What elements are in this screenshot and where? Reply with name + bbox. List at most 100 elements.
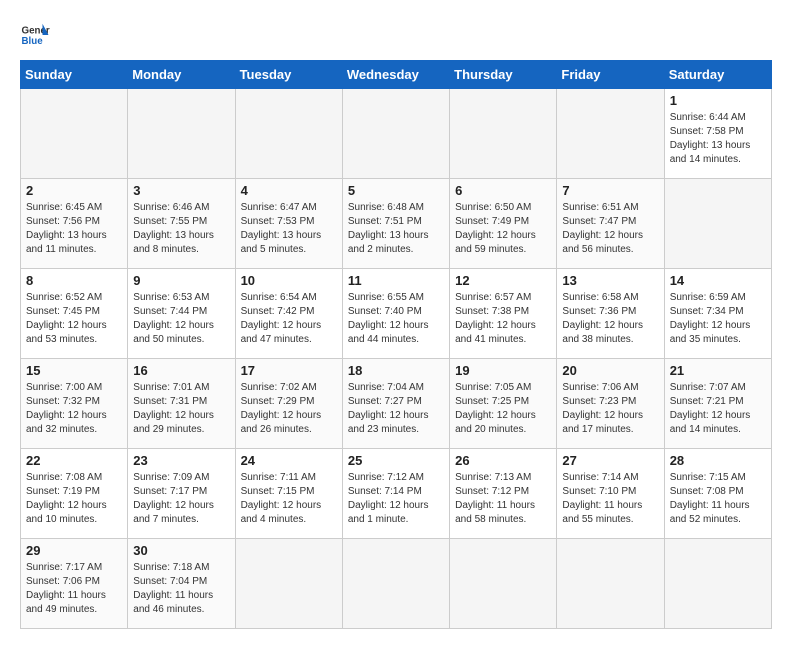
- calendar-week-row: 22 Sunrise: 7:08 AM Sunset: 7:19 PM Dayl…: [21, 449, 772, 539]
- calendar-week-row: 2 Sunrise: 6:45 AM Sunset: 7:56 PM Dayli…: [21, 179, 772, 269]
- day-info: Sunrise: 6:47 AM Sunset: 7:53 PM Dayligh…: [241, 201, 337, 257]
- calendar-day-cell: 8 Sunrise: 6:52 AM Sunset: 7:45 PM Dayli…: [21, 269, 128, 359]
- day-info: Sunrise: 6:54 AM Sunset: 7:42 PM Dayligh…: [241, 291, 337, 347]
- day-number: 18: [348, 363, 444, 378]
- calendar-day-cell: [342, 539, 449, 629]
- calendar-day-cell: 22 Sunrise: 7:08 AM Sunset: 7:19 PM Dayl…: [21, 449, 128, 539]
- day-info: Sunrise: 7:00 AM Sunset: 7:32 PM Dayligh…: [26, 381, 122, 437]
- calendar-week-row: 29 Sunrise: 7:17 AM Sunset: 7:06 PM Dayl…: [21, 539, 772, 629]
- calendar-table: SundayMondayTuesdayWednesdayThursdayFrid…: [20, 60, 772, 629]
- calendar-day-cell: [21, 89, 128, 179]
- day-number: 8: [26, 273, 122, 288]
- day-info: Sunrise: 7:18 AM Sunset: 7:04 PM Dayligh…: [133, 561, 229, 617]
- day-info: Sunrise: 7:01 AM Sunset: 7:31 PM Dayligh…: [133, 381, 229, 437]
- calendar-day-cell: [235, 89, 342, 179]
- calendar-day-cell: 29 Sunrise: 7:17 AM Sunset: 7:06 PM Dayl…: [21, 539, 128, 629]
- calendar-day-cell: 10 Sunrise: 6:54 AM Sunset: 7:42 PM Dayl…: [235, 269, 342, 359]
- day-info: Sunrise: 6:45 AM Sunset: 7:56 PM Dayligh…: [26, 201, 122, 257]
- calendar-day-cell: 27 Sunrise: 7:14 AM Sunset: 7:10 PM Dayl…: [557, 449, 664, 539]
- day-number: 1: [670, 93, 766, 108]
- calendar-day-cell: 17 Sunrise: 7:02 AM Sunset: 7:29 PM Dayl…: [235, 359, 342, 449]
- day-number: 17: [241, 363, 337, 378]
- day-number: 29: [26, 543, 122, 558]
- day-of-week-header: Sunday: [21, 61, 128, 89]
- calendar-day-cell: 19 Sunrise: 7:05 AM Sunset: 7:25 PM Dayl…: [450, 359, 557, 449]
- day-number: 26: [455, 453, 551, 468]
- calendar-day-cell: 21 Sunrise: 7:07 AM Sunset: 7:21 PM Dayl…: [664, 359, 771, 449]
- calendar-day-cell: 20 Sunrise: 7:06 AM Sunset: 7:23 PM Dayl…: [557, 359, 664, 449]
- day-info: Sunrise: 6:59 AM Sunset: 7:34 PM Dayligh…: [670, 291, 766, 347]
- day-info: Sunrise: 7:09 AM Sunset: 7:17 PM Dayligh…: [133, 471, 229, 527]
- calendar-day-cell: 4 Sunrise: 6:47 AM Sunset: 7:53 PM Dayli…: [235, 179, 342, 269]
- logo-icon: General Blue: [20, 20, 50, 50]
- calendar-week-row: 1 Sunrise: 6:44 AM Sunset: 7:58 PM Dayli…: [21, 89, 772, 179]
- day-number: 21: [670, 363, 766, 378]
- day-number: 24: [241, 453, 337, 468]
- calendar-day-cell: 24 Sunrise: 7:11 AM Sunset: 7:15 PM Dayl…: [235, 449, 342, 539]
- calendar-day-cell: [342, 89, 449, 179]
- day-number: 3: [133, 183, 229, 198]
- calendar-day-cell: 9 Sunrise: 6:53 AM Sunset: 7:44 PM Dayli…: [128, 269, 235, 359]
- calendar-body: 1 Sunrise: 6:44 AM Sunset: 7:58 PM Dayli…: [21, 89, 772, 629]
- calendar-day-cell: 23 Sunrise: 7:09 AM Sunset: 7:17 PM Dayl…: [128, 449, 235, 539]
- day-of-week-header: Tuesday: [235, 61, 342, 89]
- logo: General Blue: [20, 20, 50, 50]
- day-number: 13: [562, 273, 658, 288]
- day-number: 30: [133, 543, 229, 558]
- calendar-day-cell: 13 Sunrise: 6:58 AM Sunset: 7:36 PM Dayl…: [557, 269, 664, 359]
- day-info: Sunrise: 7:17 AM Sunset: 7:06 PM Dayligh…: [26, 561, 122, 617]
- page-header: General Blue: [20, 20, 772, 50]
- calendar-day-cell: [557, 89, 664, 179]
- day-info: Sunrise: 7:13 AM Sunset: 7:12 PM Dayligh…: [455, 471, 551, 527]
- day-number: 22: [26, 453, 122, 468]
- day-number: 20: [562, 363, 658, 378]
- calendar-day-cell: 28 Sunrise: 7:15 AM Sunset: 7:08 PM Dayl…: [664, 449, 771, 539]
- day-of-week-header: Wednesday: [342, 61, 449, 89]
- day-info: Sunrise: 7:08 AM Sunset: 7:19 PM Dayligh…: [26, 471, 122, 527]
- calendar-day-cell: 15 Sunrise: 7:00 AM Sunset: 7:32 PM Dayl…: [21, 359, 128, 449]
- day-info: Sunrise: 6:57 AM Sunset: 7:38 PM Dayligh…: [455, 291, 551, 347]
- day-info: Sunrise: 7:04 AM Sunset: 7:27 PM Dayligh…: [348, 381, 444, 437]
- day-number: 5: [348, 183, 444, 198]
- day-info: Sunrise: 6:50 AM Sunset: 7:49 PM Dayligh…: [455, 201, 551, 257]
- day-number: 6: [455, 183, 551, 198]
- calendar-day-cell: 12 Sunrise: 6:57 AM Sunset: 7:38 PM Dayl…: [450, 269, 557, 359]
- day-of-week-header: Friday: [557, 61, 664, 89]
- day-info: Sunrise: 6:48 AM Sunset: 7:51 PM Dayligh…: [348, 201, 444, 257]
- calendar-day-cell: 25 Sunrise: 7:12 AM Sunset: 7:14 PM Dayl…: [342, 449, 449, 539]
- day-number: 7: [562, 183, 658, 198]
- calendar-day-cell: 5 Sunrise: 6:48 AM Sunset: 7:51 PM Dayli…: [342, 179, 449, 269]
- day-number: 15: [26, 363, 122, 378]
- day-number: 10: [241, 273, 337, 288]
- day-info: Sunrise: 6:55 AM Sunset: 7:40 PM Dayligh…: [348, 291, 444, 347]
- calendar-week-row: 8 Sunrise: 6:52 AM Sunset: 7:45 PM Dayli…: [21, 269, 772, 359]
- calendar-day-cell: [128, 89, 235, 179]
- day-of-week-header: Thursday: [450, 61, 557, 89]
- day-info: Sunrise: 6:44 AM Sunset: 7:58 PM Dayligh…: [670, 111, 766, 167]
- day-number: 14: [670, 273, 766, 288]
- day-info: Sunrise: 7:07 AM Sunset: 7:21 PM Dayligh…: [670, 381, 766, 437]
- day-number: 19: [455, 363, 551, 378]
- calendar-day-cell: [235, 539, 342, 629]
- calendar-day-cell: [450, 539, 557, 629]
- calendar-day-cell: [664, 539, 771, 629]
- day-info: Sunrise: 7:05 AM Sunset: 7:25 PM Dayligh…: [455, 381, 551, 437]
- day-number: 2: [26, 183, 122, 198]
- calendar-day-cell: 7 Sunrise: 6:51 AM Sunset: 7:47 PM Dayli…: [557, 179, 664, 269]
- day-number: 25: [348, 453, 444, 468]
- day-info: Sunrise: 6:51 AM Sunset: 7:47 PM Dayligh…: [562, 201, 658, 257]
- day-info: Sunrise: 6:52 AM Sunset: 7:45 PM Dayligh…: [26, 291, 122, 347]
- calendar-day-cell: [664, 179, 771, 269]
- day-number: 9: [133, 273, 229, 288]
- day-number: 16: [133, 363, 229, 378]
- day-number: 12: [455, 273, 551, 288]
- calendar-day-cell: [557, 539, 664, 629]
- calendar-day-cell: 3 Sunrise: 6:46 AM Sunset: 7:55 PM Dayli…: [128, 179, 235, 269]
- day-of-week-header: Saturday: [664, 61, 771, 89]
- calendar-day-cell: 1 Sunrise: 6:44 AM Sunset: 7:58 PM Dayli…: [664, 89, 771, 179]
- day-info: Sunrise: 7:02 AM Sunset: 7:29 PM Dayligh…: [241, 381, 337, 437]
- day-info: Sunrise: 7:15 AM Sunset: 7:08 PM Dayligh…: [670, 471, 766, 527]
- calendar-header-row: SundayMondayTuesdayWednesdayThursdayFrid…: [21, 61, 772, 89]
- svg-text:Blue: Blue: [22, 36, 44, 47]
- calendar-day-cell: 16 Sunrise: 7:01 AM Sunset: 7:31 PM Dayl…: [128, 359, 235, 449]
